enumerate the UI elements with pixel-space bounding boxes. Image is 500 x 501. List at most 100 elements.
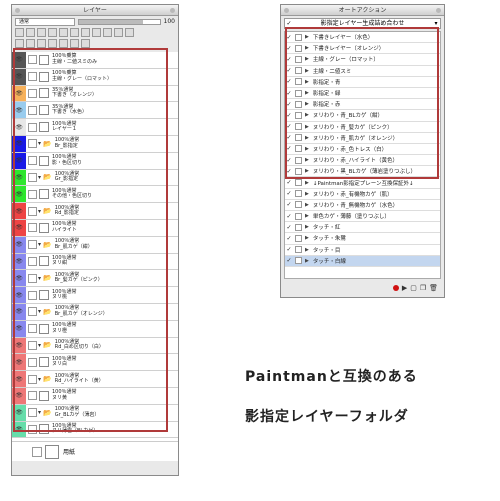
action-item[interactable]: ✓ ▶ 単色カゲ・薄藤（塗りつぶし） — [285, 211, 440, 223]
action-item[interactable]: ✓ ▶ ↓Paintman影指定プレーン互換保証外↓ — [285, 177, 440, 189]
new-folder-icon[interactable] — [26, 28, 35, 37]
new-layer-icon[interactable] — [15, 28, 24, 37]
layer-row[interactable]: 👁 100％通常 影・色区切り — [12, 152, 178, 170]
layer-checkbox[interactable] — [28, 139, 37, 149]
layer-row[interactable]: 👁 100％通常 ヌリ桃 — [12, 287, 178, 304]
check-icon[interactable]: ✓ — [285, 90, 293, 97]
expand-icon[interactable]: ▶ — [305, 180, 309, 186]
close-icon[interactable] — [15, 8, 20, 13]
layer-checkbox[interactable] — [28, 206, 37, 216]
action-item[interactable]: ✓ ▶ ヌリわり・青_肌カゲ（オレンジ） — [285, 133, 440, 144]
action-item[interactable]: ✓ ▶ ヌリわり・青_髪カゲ（ピンク） — [285, 122, 440, 133]
expand-icon[interactable]: ▶ — [305, 90, 309, 96]
check-icon[interactable]: ✓ — [285, 213, 293, 220]
action-item[interactable]: ✓ ▶ 影指定・赤 — [285, 99, 440, 111]
dialog-toggle-checkbox[interactable] — [295, 246, 302, 254]
expand-icon[interactable]: ▶ — [305, 112, 309, 118]
layer-checkbox[interactable] — [28, 122, 37, 132]
lock-icon[interactable] — [48, 28, 57, 37]
layer-row[interactable]: 👁 100％通常 ヌリ橙 — [12, 320, 178, 338]
reference-icon[interactable] — [70, 28, 79, 37]
expand-icon[interactable]: ▶ — [305, 124, 309, 130]
dialog-toggle-checkbox[interactable] — [295, 89, 302, 97]
dialog-toggle-checkbox[interactable] — [295, 190, 302, 198]
draft-icon[interactable] — [81, 28, 90, 37]
mask-icon[interactable] — [37, 28, 46, 37]
expand-icon[interactable]: ▾ — [38, 140, 41, 147]
layer-row[interactable]: 👁 ▾ 📂 100％通常 Gr_BLカゲ（薄岩） — [12, 404, 178, 422]
dialog-toggle-checkbox[interactable] — [295, 156, 302, 164]
action-item[interactable]: ✓ ▶ タッチ・紅 — [285, 222, 440, 234]
dialog-toggle-checkbox[interactable] — [295, 201, 302, 209]
layer-checkbox[interactable] — [28, 307, 37, 317]
dialog-toggle-checkbox[interactable] — [295, 167, 302, 175]
close-icon[interactable] — [284, 8, 289, 13]
action-item[interactable]: ✓ ▶ 主線・グレー（ロマット） — [285, 54, 440, 66]
trash-icon[interactable]: 🗑 — [429, 284, 438, 292]
copy-icon[interactable] — [48, 39, 57, 48]
expand-icon[interactable]: ▶ — [305, 79, 309, 85]
layer-row[interactable]: 👁 100％乗算 主線・グレー（ロマット） — [12, 68, 178, 86]
expand-icon[interactable]: ▶ — [305, 224, 309, 230]
expand-icon[interactable]: ▾ — [38, 241, 41, 248]
palette-icon[interactable] — [114, 28, 123, 37]
expand-icon[interactable]: ▶ — [305, 213, 309, 219]
layer-row[interactable]: 👁 ▾ 📂 100％通常 Gr_影指定 — [12, 169, 178, 187]
layer-checkbox[interactable] — [28, 408, 37, 418]
action-set-select[interactable]: ✓ 影指定レイヤー生成詰め合わせ ▾ — [284, 18, 441, 29]
check-icon[interactable]: ✓ — [285, 257, 293, 264]
layer-row[interactable]: 👁 100％通常 その他・色区切り — [12, 186, 178, 204]
check-icon[interactable]: ✓ — [285, 224, 293, 231]
folder-add-icon[interactable] — [37, 39, 46, 48]
expand-icon[interactable]: ▾ — [38, 409, 41, 416]
layer-checkbox[interactable] — [28, 55, 37, 65]
check-icon[interactable]: ✓ — [285, 190, 293, 197]
dialog-toggle-checkbox[interactable] — [295, 145, 302, 153]
expand-icon[interactable]: ▶ — [305, 34, 309, 40]
check-icon[interactable]: ✓ — [285, 34, 293, 41]
color-icon[interactable] — [103, 28, 112, 37]
layer-checkbox[interactable] — [28, 72, 37, 82]
expand-icon[interactable]: ▾ — [38, 308, 41, 315]
action-item[interactable]: ✓ ▶ タッチ・白線 — [285, 255, 440, 267]
check-icon[interactable]: ✓ — [285, 112, 293, 119]
layer-row[interactable]: 👁 100％通常 ヌリ黄 — [12, 387, 178, 405]
layer-checkbox[interactable] — [28, 189, 37, 199]
action-item[interactable]: ✓ ▶ 影指定・青 — [285, 77, 440, 88]
dialog-toggle-checkbox[interactable] — [295, 257, 302, 265]
layer-checkbox[interactable] — [28, 424, 37, 434]
layer-checkbox[interactable] — [28, 290, 37, 300]
layer-checkbox[interactable] — [28, 273, 37, 283]
action-item[interactable]: ✓ ▶ ヌリわり・赤_有機物カゲ（肌） — [285, 189, 440, 200]
layer-checkbox[interactable] — [28, 88, 37, 98]
dialog-toggle-checkbox[interactable] — [295, 179, 302, 187]
dialog-toggle-checkbox[interactable] — [295, 67, 302, 75]
blend-mode-select[interactable]: 通常 — [15, 17, 75, 26]
dialog-toggle-checkbox[interactable] — [295, 33, 302, 41]
dialog-toggle-checkbox[interactable] — [295, 123, 302, 131]
expand-icon[interactable]: ▶ — [305, 258, 309, 264]
check-icon[interactable]: ✓ — [285, 235, 293, 242]
dialog-toggle-checkbox[interactable] — [295, 234, 302, 242]
layer-checkbox[interactable] — [28, 374, 37, 384]
expand-icon[interactable]: ▶ — [305, 168, 309, 174]
check-icon[interactable]: ✓ — [285, 201, 293, 208]
collapse-icon[interactable] — [436, 8, 441, 13]
layer-checkbox[interactable] — [28, 172, 37, 182]
check-icon[interactable]: ✓ — [285, 134, 293, 141]
menu-icon[interactable] — [15, 39, 24, 48]
layer-row[interactable]: 👁 ▾ 📂 100％通常 Rd_影指定 — [12, 203, 178, 220]
expand-icon[interactable]: ▶ — [305, 247, 309, 253]
layer-checkbox[interactable] — [28, 324, 37, 334]
check-icon[interactable]: ✓ — [285, 45, 293, 52]
check-icon[interactable]: ✓ — [285, 157, 293, 164]
transfer-icon[interactable] — [59, 39, 68, 48]
collapse-icon[interactable] — [170, 8, 175, 13]
layer-checkbox[interactable] — [32, 446, 42, 457]
action-item[interactable]: ✓ ▶ タッチ・目 — [285, 245, 440, 256]
expand-icon[interactable]: ▾ — [38, 342, 41, 349]
dialog-toggle-checkbox[interactable] — [295, 55, 302, 63]
duplicate-icon[interactable]: ❐ — [420, 284, 426, 292]
action-item[interactable]: ✓ ▶ 下書きレイヤー（オレンジ） — [285, 43, 440, 55]
expand-icon[interactable]: ▶ — [305, 56, 309, 62]
